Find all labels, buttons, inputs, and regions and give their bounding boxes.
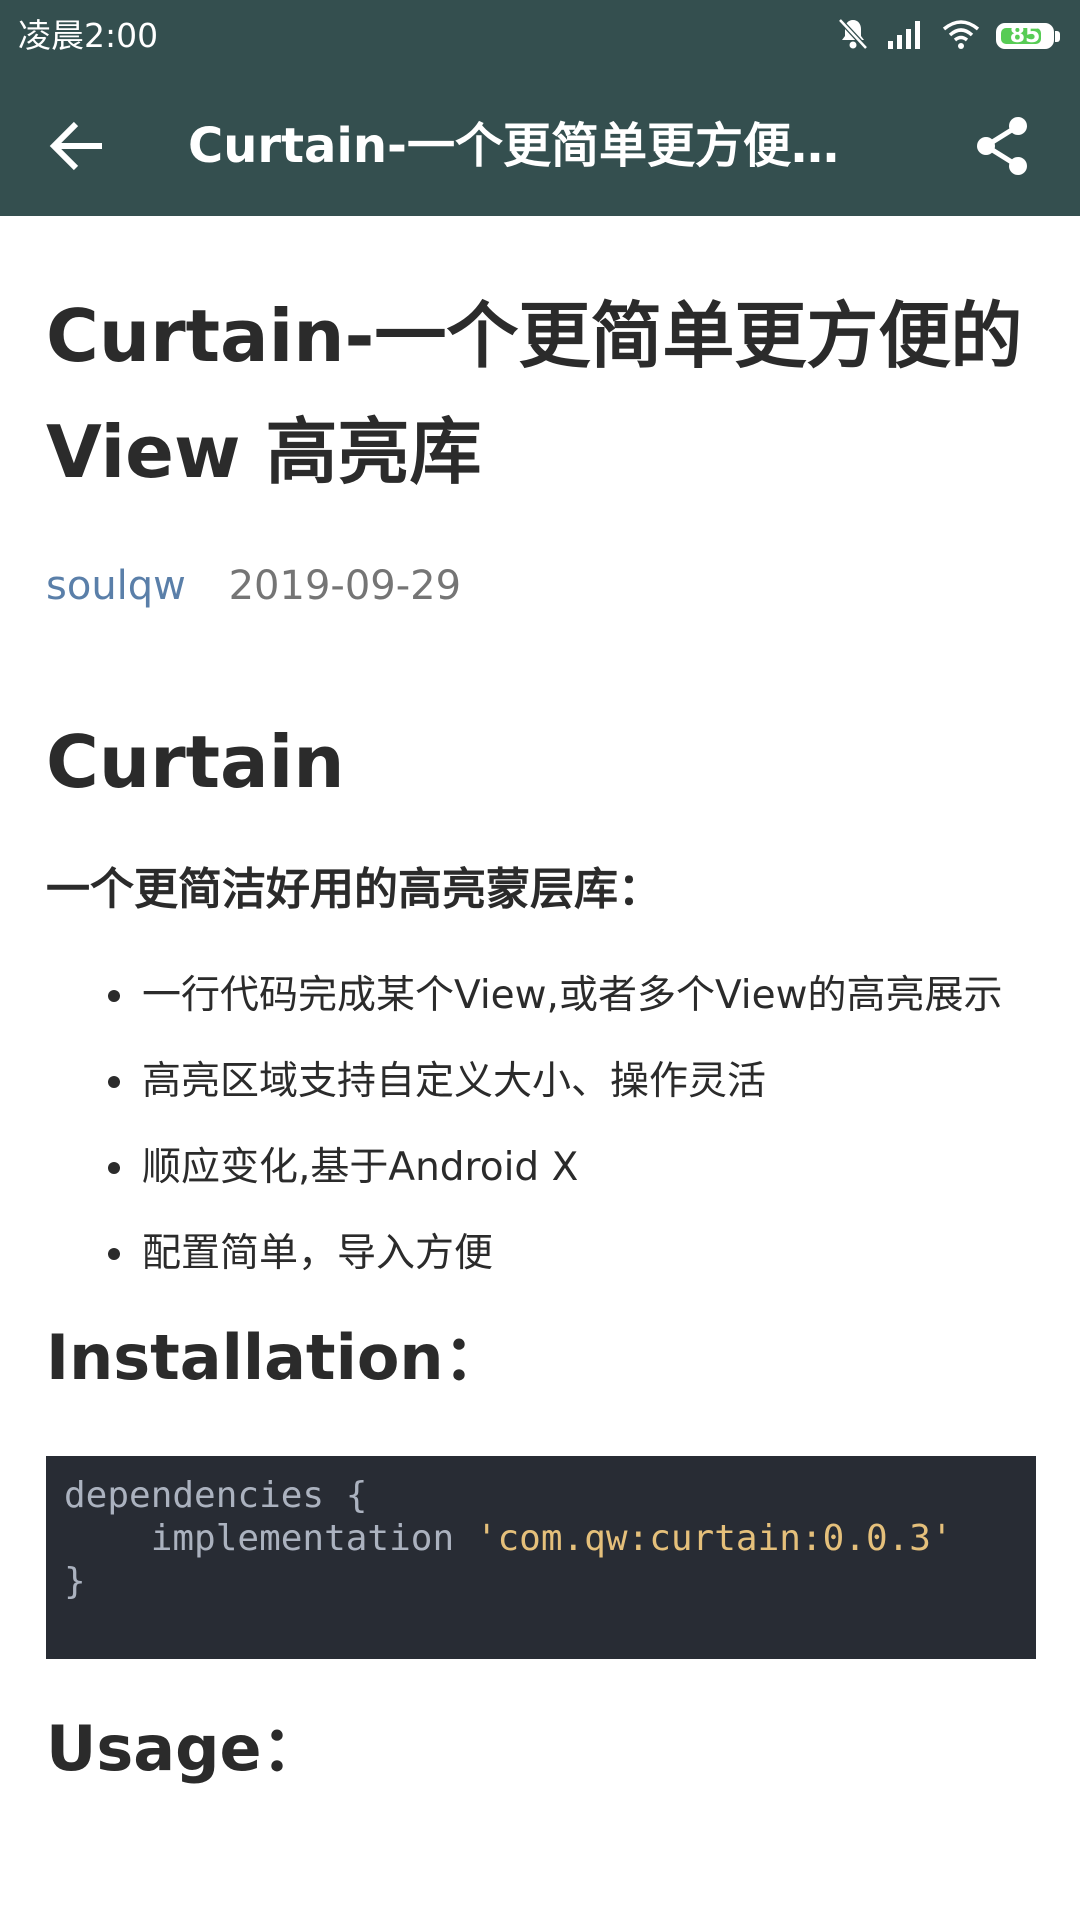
battery-icon: 85	[996, 23, 1060, 49]
wifi-icon	[942, 19, 980, 53]
section-heading-curtain: Curtain	[46, 720, 345, 804]
code-string: 'com.qw:curtain:0.0.3'	[475, 1518, 953, 1559]
status-icons: 85	[836, 14, 1060, 58]
section-heading-usage: Usage：	[46, 1712, 324, 1785]
code-keyword: implementation	[64, 1518, 476, 1559]
signal-icon	[886, 19, 926, 53]
code-line-1: dependencies {	[64, 1475, 368, 1516]
bullet-icon	[108, 1076, 120, 1088]
list-item: 一行代码完成某个View,或者多个View的高亮展示	[46, 968, 1034, 1024]
section-heading-installation: Installation：	[46, 1321, 506, 1394]
list-item-text: 一行代码完成某个View,或者多个View的高亮展示	[142, 973, 1003, 1018]
status-time: 凌晨2:00	[18, 16, 159, 55]
list-item: 顺应变化,基于Android X	[46, 1140, 1034, 1196]
article-title: Curtain-一个更简单更方便的View 高亮库	[46, 294, 1023, 494]
list-item-text: 高亮区域支持自定义大小、操作灵活	[142, 1059, 767, 1104]
list-item: 配置简单，导入方便	[46, 1226, 1034, 1282]
code-line-2: implementation 'com.qw:curtain:0.0.3'	[64, 1517, 1018, 1560]
app-bar-title: Curtain-一个更简单更方便…	[188, 118, 839, 174]
share-button[interactable]	[966, 110, 1038, 182]
bullet-icon	[108, 990, 120, 1002]
bullet-icon	[108, 1248, 120, 1260]
code-block: dependencies { implementation 'com.qw:cu…	[46, 1456, 1036, 1659]
author-link[interactable]: soulqw	[46, 563, 186, 609]
back-button[interactable]	[42, 110, 114, 182]
section-subheading: 一个更简洁好用的高亮蒙层库：	[46, 864, 662, 915]
bullet-icon	[108, 1162, 120, 1174]
list-item: 高亮区域支持自定义大小、操作灵活	[46, 1054, 1034, 1110]
back-arrow-icon	[49, 121, 102, 171]
status-bar: 凌晨2:00 85	[0, 0, 1080, 72]
mute-bell-icon	[836, 16, 870, 56]
list-item-text: 配置简单，导入方便	[142, 1231, 494, 1276]
article-content: Curtain-一个更简单更方便的View 高亮库 soulqw 2019-09…	[46, 216, 1036, 1791]
article-meta: soulqw 2019-09-29	[46, 558, 1034, 614]
battery-tip	[1055, 31, 1060, 42]
code-line-3: }	[64, 1561, 86, 1602]
feature-list: 一行代码完成某个View,或者多个View的高亮展示 高亮区域支持自定义大小、操…	[46, 968, 1034, 1282]
publish-date: 2019-09-29	[228, 563, 462, 609]
share-icon	[977, 117, 1027, 175]
battery-text: 85	[1009, 23, 1041, 48]
list-item-text: 顺应变化,基于Android X	[142, 1145, 579, 1190]
app-bar: Curtain-一个更简单更方便…	[0, 72, 1080, 216]
